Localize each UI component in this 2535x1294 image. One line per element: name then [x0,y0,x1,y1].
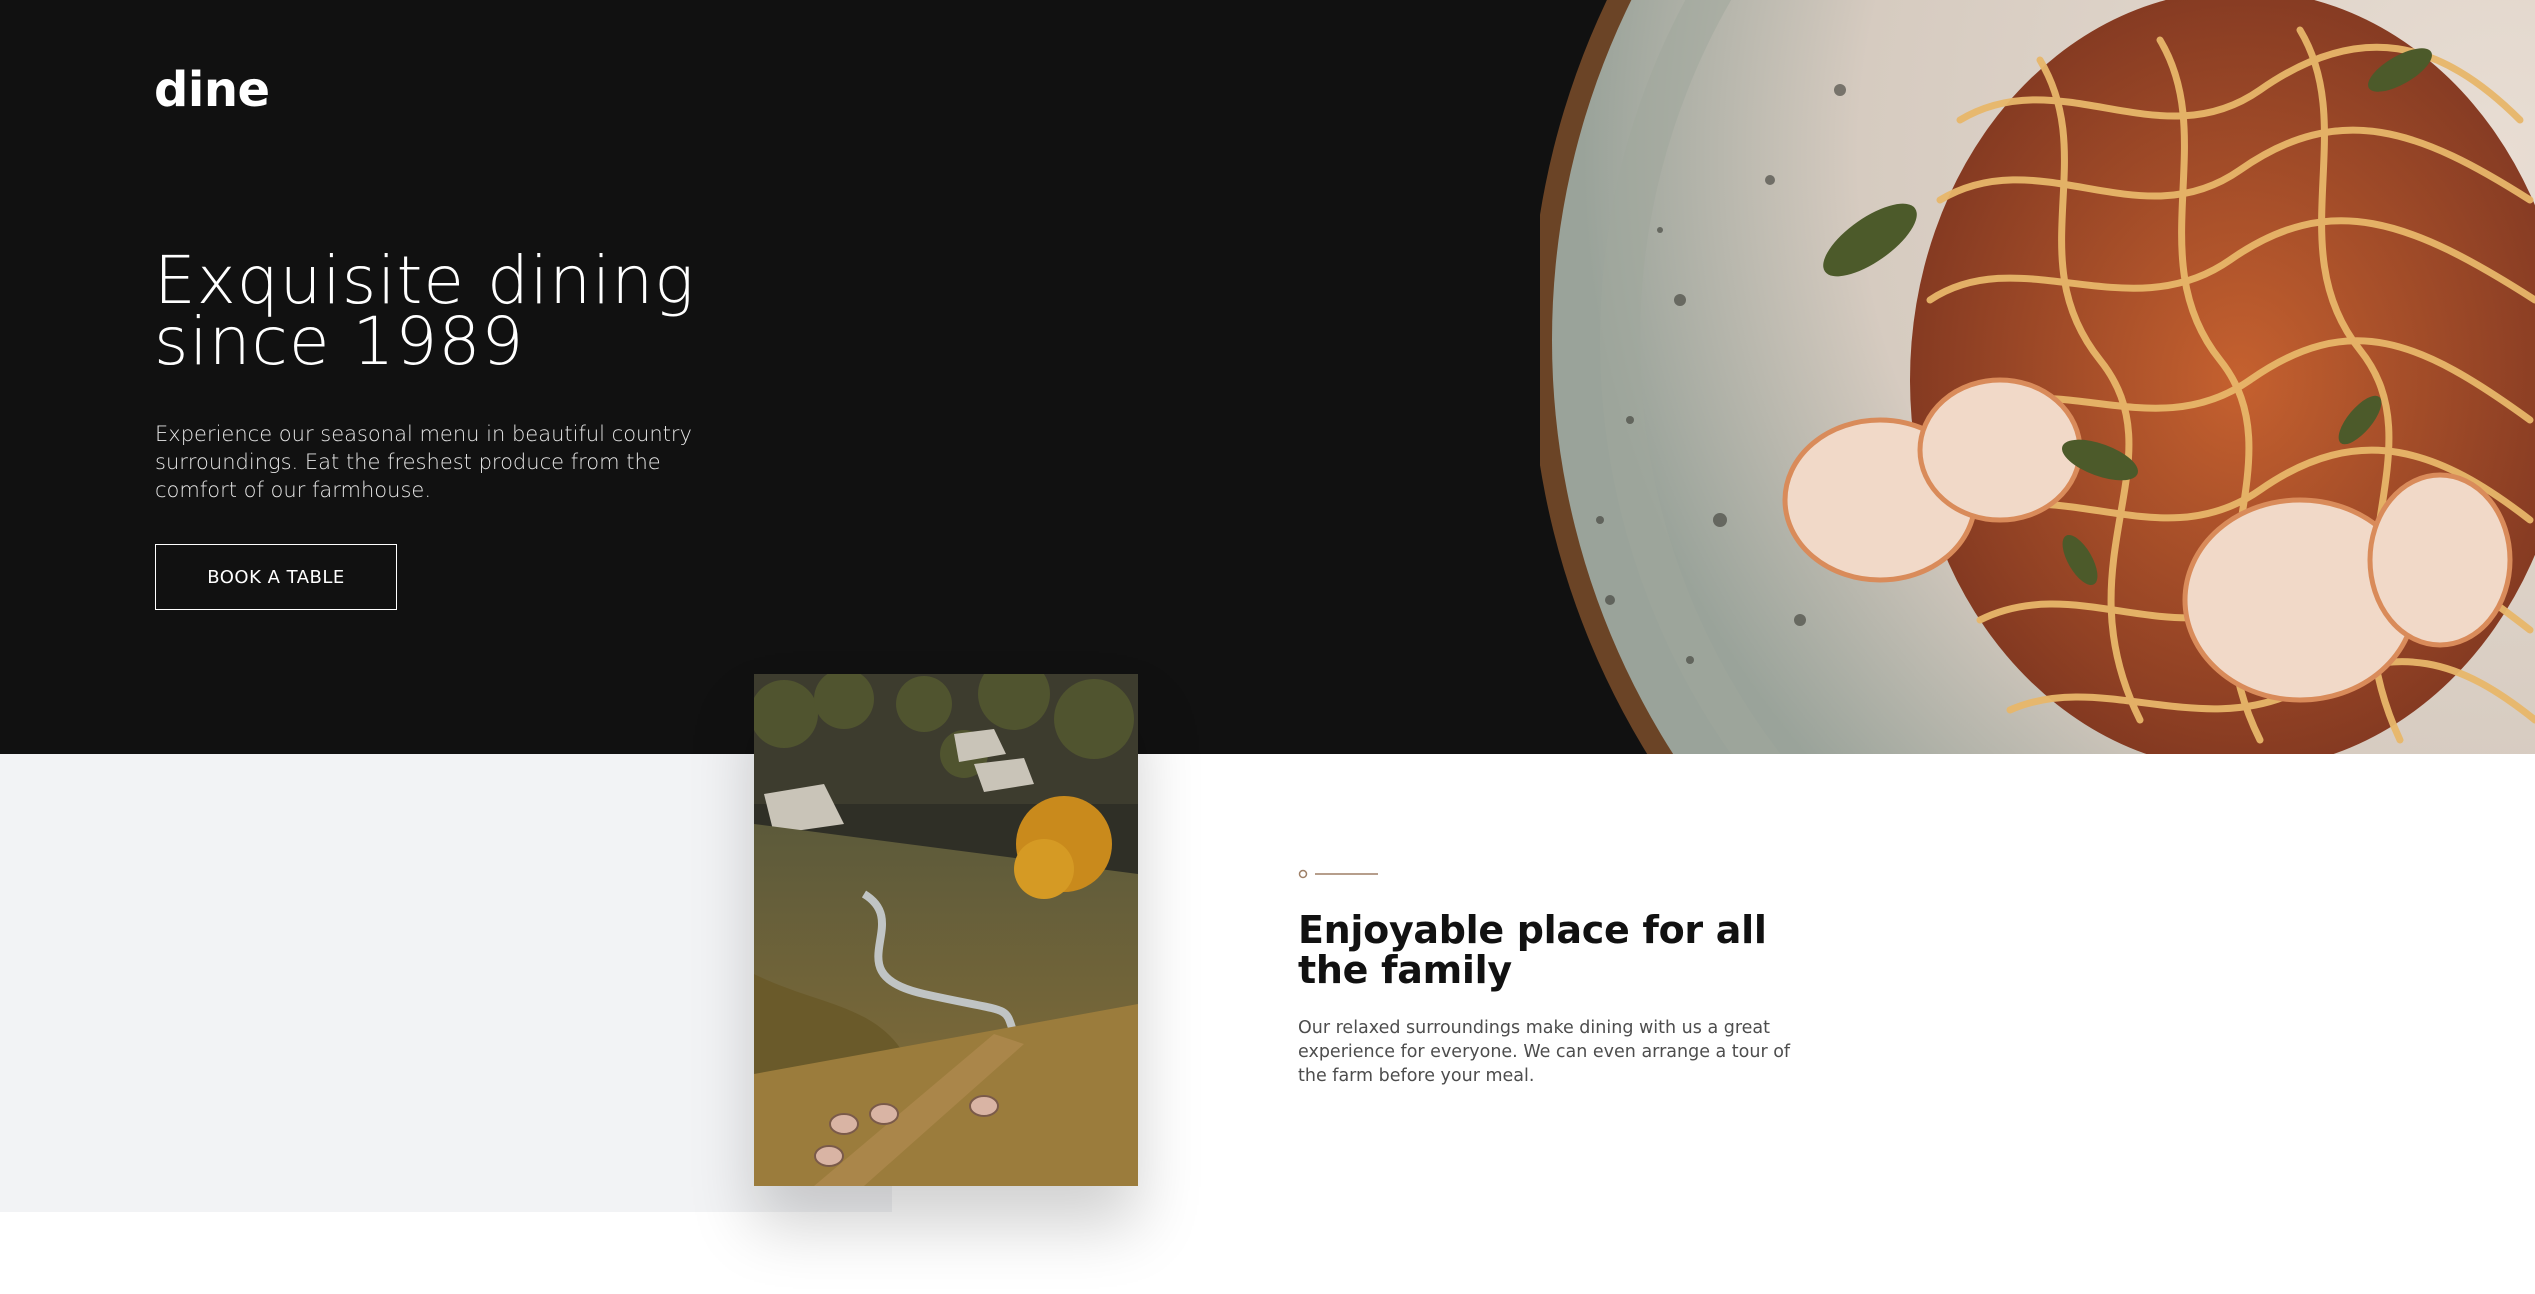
pattern-divider-icon [1298,869,1378,879]
farmhouse-landscape-image [754,674,1138,1186]
hero-title: Exquisite dining since 1989 [154,242,695,380]
hero-description: Experience our seasonal menu in beautifu… [155,422,692,502]
features-section [0,754,2535,1294]
hero-section: dine Exquisite dining since 1989 Experie… [0,0,2535,754]
hero-pasta-plate-image [1540,0,2535,754]
logo[interactable]: dine [154,66,270,114]
section-description: Our relaxed surroundings make dining wit… [1298,1018,1791,1086]
book-a-table-button[interactable]: BOOK A TABLE [155,544,397,610]
section-title: Enjoyable place for all the family [1298,908,1767,992]
